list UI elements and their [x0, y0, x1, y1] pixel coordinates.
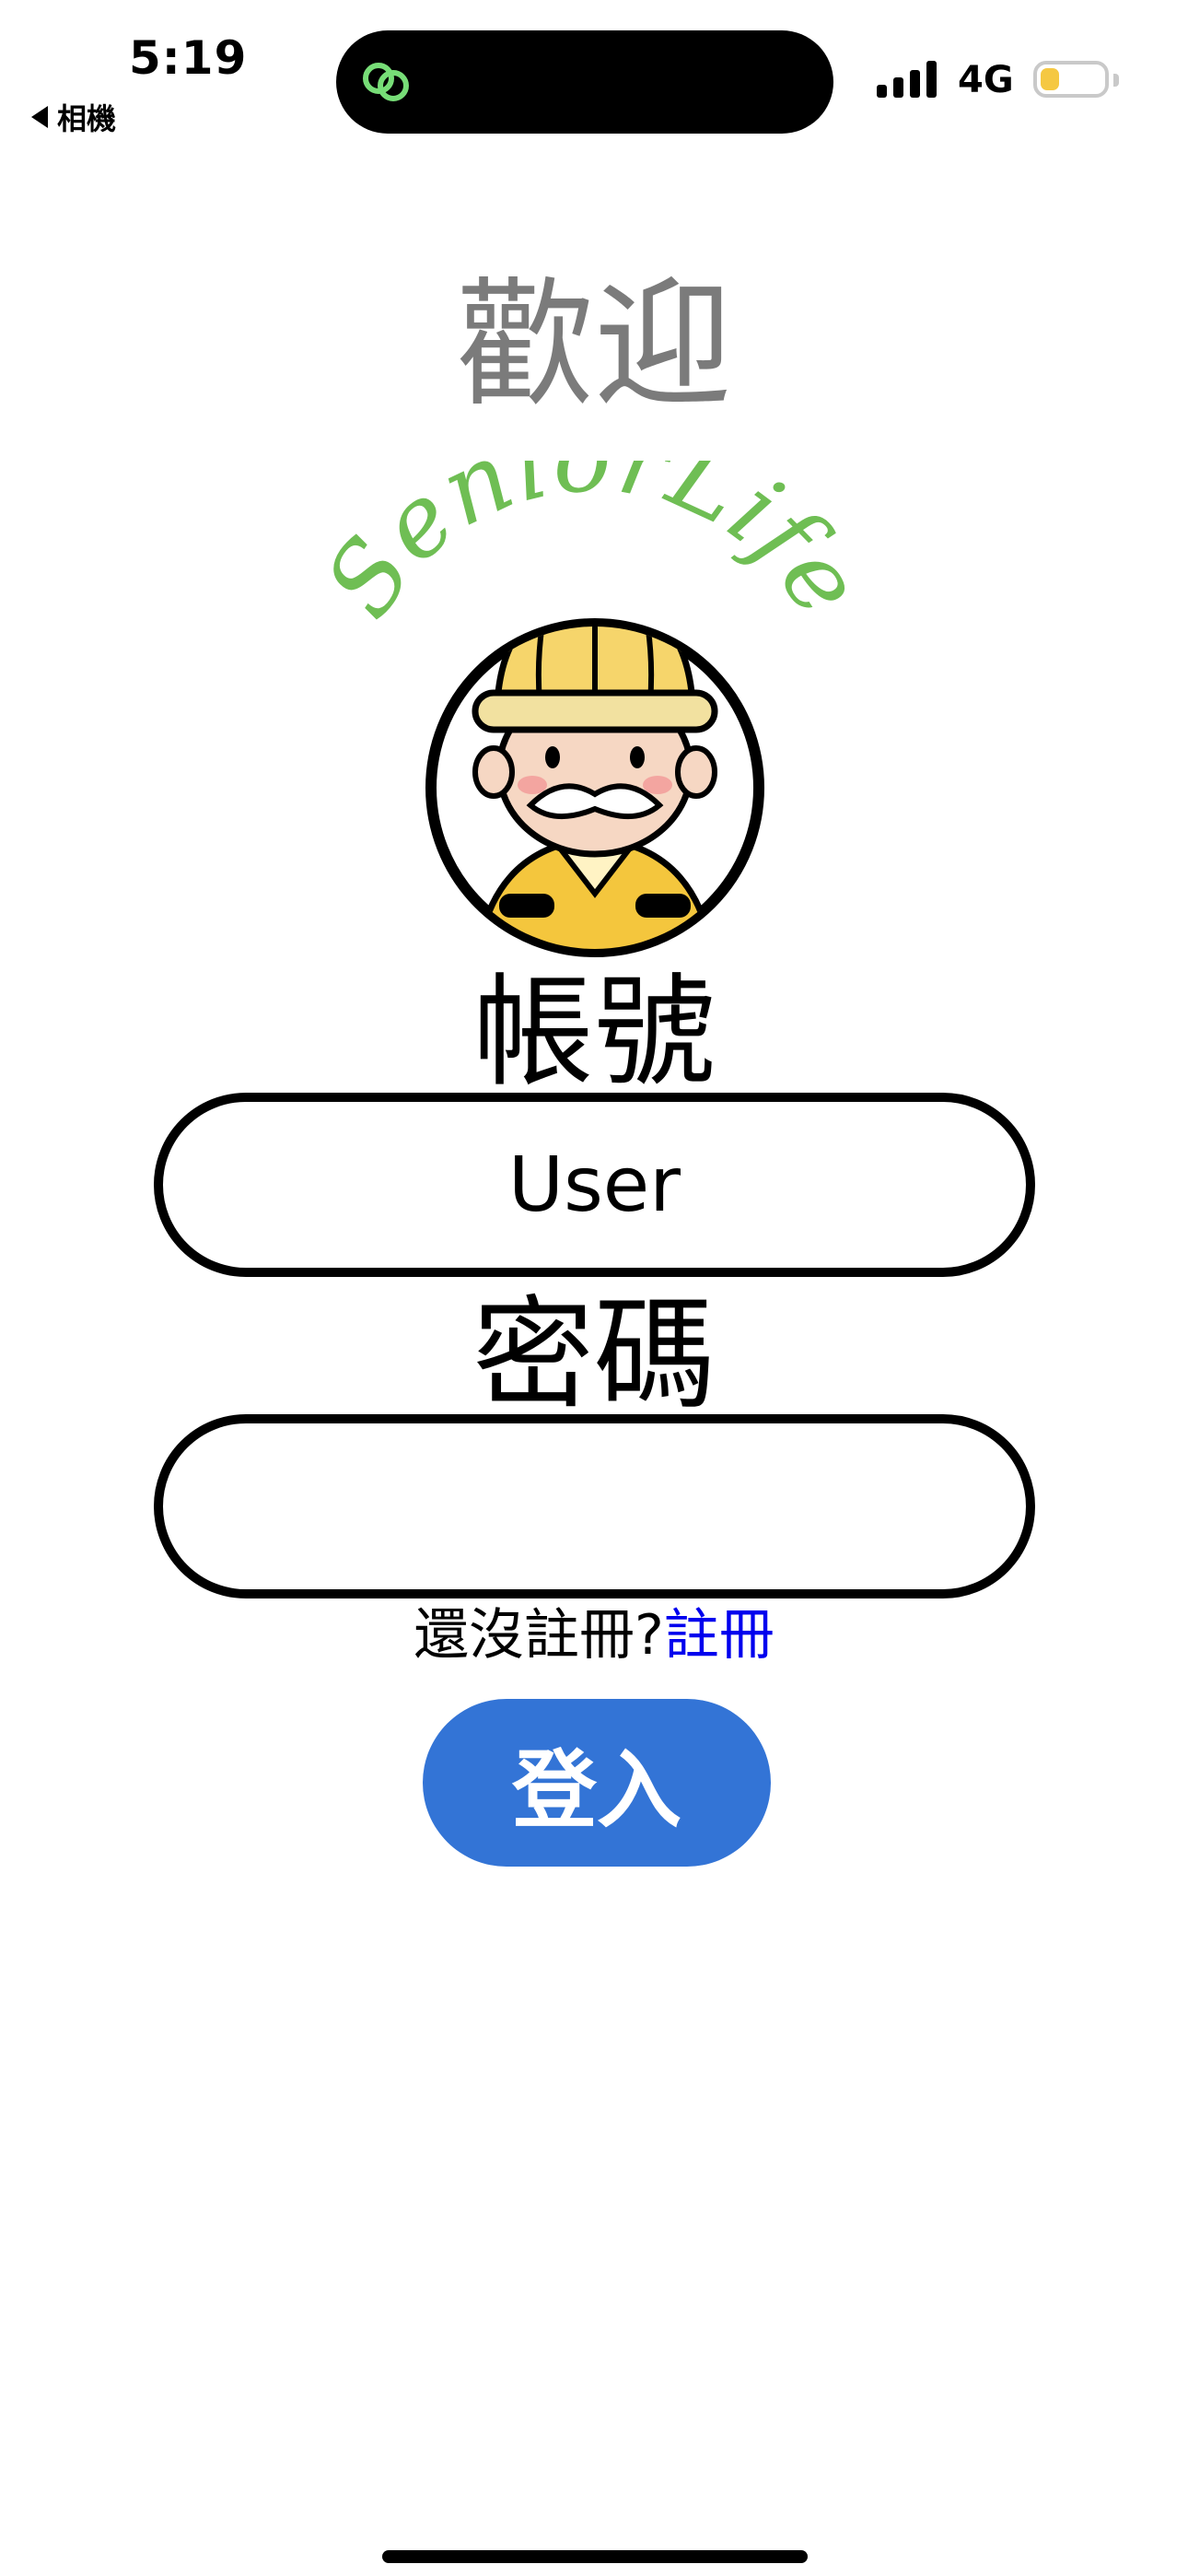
password-input[interactable]	[247, 1461, 942, 1551]
register-link[interactable]: 註冊	[664, 1603, 775, 1668]
password-label: 密碼	[472, 1284, 716, 1426]
account-label: 帳號	[472, 962, 716, 1104]
register-prompt: 還沒註冊?	[413, 1603, 664, 1668]
login-button[interactable]: 登入	[423, 1699, 771, 1867]
status-bar: 5:19 相機 4G	[0, 0, 1188, 147]
status-time: 5:19	[129, 31, 248, 85]
home-indicator[interactable]	[382, 2550, 808, 2563]
password-field[interactable]	[154, 1414, 1035, 1598]
dynamic-island[interactable]	[336, 30, 833, 134]
seniorlife-logo: SeniorLife	[304, 461, 884, 957]
welcome-title: 歡迎	[455, 265, 732, 426]
battery-level	[1041, 68, 1059, 90]
battery-cap	[1113, 74, 1119, 87]
back-to-app-link[interactable]: 相機	[31, 96, 116, 138]
network-type: 4G	[958, 59, 1014, 101]
back-to-app-label: 相機	[57, 101, 117, 136]
logo-brand-text: SeniorLife	[304, 461, 884, 637]
account-field[interactable]	[154, 1093, 1035, 1277]
register-prompt-row: 還沒註冊?註冊	[0, 1605, 1188, 1666]
battery-icon	[1033, 61, 1109, 98]
back-arrow-icon	[31, 106, 48, 128]
cellular-signal-icon	[877, 61, 937, 98]
account-input[interactable]	[247, 1140, 942, 1230]
link-chain-icon	[363, 63, 409, 101]
